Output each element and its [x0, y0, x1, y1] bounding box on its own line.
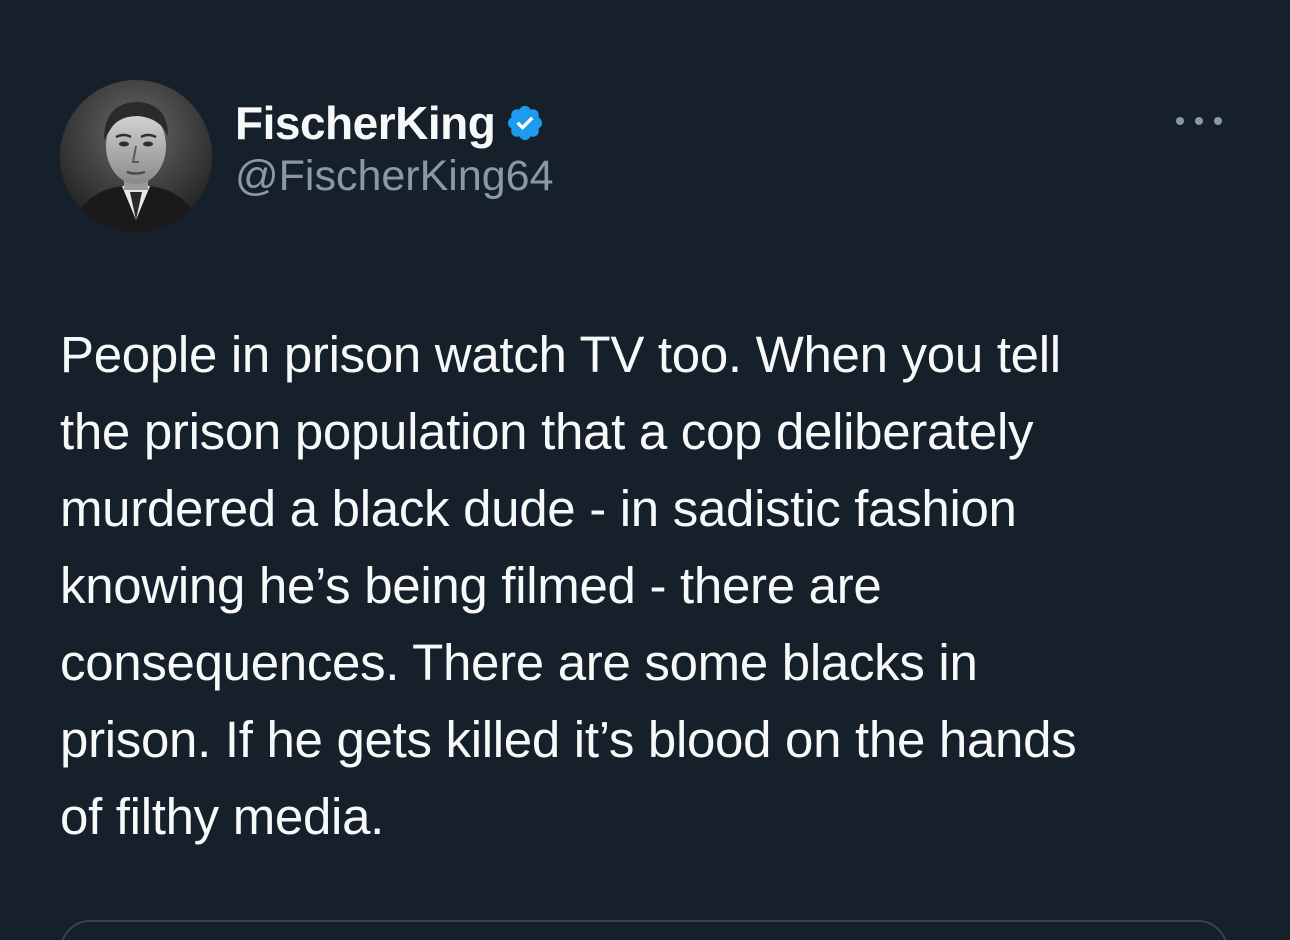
author-display-name[interactable]: FischerKing — [235, 96, 496, 150]
avatar-photo-icon — [60, 80, 212, 232]
verified-badge-icon[interactable] — [505, 103, 545, 143]
display-name-row: FischerKing — [235, 92, 554, 154]
author-handle[interactable]: @FischerKing64 — [235, 152, 554, 201]
more-options-icon[interactable] — [1176, 108, 1222, 134]
more-dot — [1176, 117, 1184, 125]
more-dot — [1214, 117, 1222, 125]
tweet-text: People in prison watch TV too. When you … — [60, 326, 1077, 845]
tweet-header: FischerKing @FischerKing64 — [60, 80, 1230, 232]
author-names: FischerKing @FischerKing64 — [235, 92, 554, 201]
more-dot — [1195, 117, 1203, 125]
author-avatar[interactable] — [60, 80, 212, 232]
quoted-card-edge[interactable] — [60, 920, 1228, 940]
tweet-view: FischerKing @FischerKing64 People in pri… — [0, 0, 1290, 940]
